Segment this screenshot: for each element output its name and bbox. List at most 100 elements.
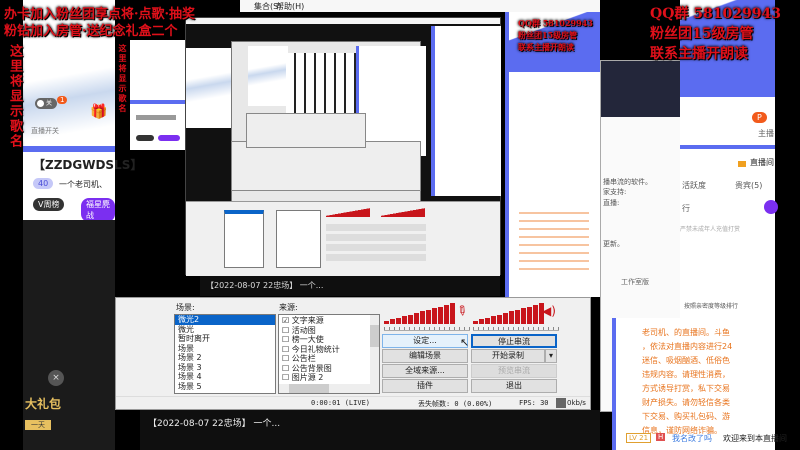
gift-banner[interactable]: 大礼包 bbox=[25, 395, 61, 412]
meter-bar bbox=[497, 314, 502, 324]
source-checkbox[interactable]: ☐ bbox=[282, 335, 292, 344]
video-caption-lower: 【2022-08-07 22忠场】 一个... bbox=[148, 419, 281, 429]
scene-item[interactable]: 场景 bbox=[175, 344, 275, 354]
meter-bar bbox=[503, 313, 508, 324]
rank-hint: 按照亲密度等级排行 bbox=[684, 303, 739, 310]
chat-username[interactable]: 我名改了吗 bbox=[672, 433, 712, 444]
source-checkbox[interactable]: ☐ bbox=[282, 373, 292, 382]
video-strip-upper: 【2022-08-07 22忠场】 一个... bbox=[200, 276, 500, 296]
dropped-frames: 丢失帧数: 0 (0.00%) bbox=[418, 400, 493, 408]
contact-overlay: 联系主播开朗读 bbox=[650, 46, 748, 62]
source-item[interactable]: ☐ 活动图 bbox=[282, 326, 376, 336]
speaker-volume-meter[interactable] bbox=[473, 302, 544, 324]
source-label: 活动图 bbox=[291, 325, 316, 335]
meter-bar bbox=[479, 319, 484, 324]
video-strip-lower: 【2022-08-07 22忠场】 一个... bbox=[140, 410, 600, 450]
source-checkbox[interactable]: ☑ bbox=[282, 316, 292, 325]
source-label: 公告栏 bbox=[291, 354, 316, 363]
global-sources-button[interactable]: 全域来源... bbox=[382, 364, 468, 378]
meter-bar bbox=[473, 321, 478, 324]
info-line: 直播: bbox=[603, 199, 620, 207]
avatar[interactable] bbox=[764, 200, 778, 214]
notice-line: ，依法对直播内容进行24 bbox=[642, 342, 733, 351]
record-dropdown-button[interactable]: ▾ bbox=[545, 349, 557, 363]
tab-activity[interactable]: 活跃度 bbox=[682, 180, 706, 191]
plugins-button[interactable]: 插件 bbox=[382, 379, 468, 393]
stop-stream-button[interactable]: 停止串流 bbox=[471, 334, 557, 348]
chat-message: 欢迎来到本直播间 bbox=[723, 434, 787, 443]
exit-button[interactable]: 退出 bbox=[471, 379, 557, 393]
notice-line: 方式诱导打赏，私下交易 bbox=[642, 384, 730, 393]
speaker-slider[interactable] bbox=[473, 327, 559, 331]
scene-item[interactable]: 场景 2 bbox=[175, 353, 275, 363]
sources-hscrollbar[interactable] bbox=[279, 384, 371, 393]
source-checkbox[interactable]: ☐ bbox=[282, 326, 292, 335]
obs-main-panel: 场景: 微光2 微光 暂时离开 场景 场景 2 场景 3 场景 4 场景 5 来源: ☑ 文字… bbox=[115, 297, 591, 410]
sources-label: 来源: bbox=[279, 303, 298, 312]
scenes-label: 场景: bbox=[176, 303, 195, 312]
scene-item[interactable]: 暂时离开 bbox=[175, 334, 275, 344]
edition-label: 工作室版 bbox=[621, 278, 649, 286]
gift-sub: 一天 bbox=[25, 420, 51, 430]
scene-item[interactable]: 场景 4 bbox=[175, 372, 275, 382]
weekly-rank-tag[interactable]: V周榜 bbox=[33, 198, 65, 211]
nested-right-page bbox=[505, 12, 600, 297]
meter-bar bbox=[414, 313, 419, 324]
scene-item[interactable]: 微光2 bbox=[175, 315, 275, 325]
chat-panel: 老司机、的直播间。斗鱼 ，依法对直播内容进行24 迷信、吸烟酗酒、低俗色 违规内… bbox=[612, 318, 787, 450]
mouse-cursor-icon: ↖ bbox=[460, 336, 470, 349]
settings-button[interactable]: 设定... bbox=[382, 334, 468, 348]
meter-bar bbox=[485, 317, 490, 324]
fan-tag[interactable]: 福星麂战 bbox=[81, 198, 115, 222]
anchor-name: 一个老司机、 bbox=[59, 180, 107, 189]
start-record-button[interactable]: 开始录制 bbox=[471, 349, 545, 363]
source-item[interactable]: ☐ 公告背景图 bbox=[282, 364, 376, 374]
source-item[interactable]: ☐ 榜一大使 bbox=[282, 335, 376, 345]
meter-bar bbox=[432, 308, 437, 324]
scenes-list[interactable]: 微光2 微光 暂时离开 场景 场景 2 场景 3 场景 4 场景 5 bbox=[174, 314, 276, 394]
speaker-icon[interactable]: ◀) bbox=[542, 304, 556, 318]
gift-icon[interactable]: 🎁 bbox=[90, 104, 107, 120]
fan-group-overlay: 粉丝团15级房管 bbox=[650, 26, 754, 42]
mic-slider[interactable] bbox=[384, 327, 470, 331]
info-line: 家支持: bbox=[603, 188, 627, 196]
room-link[interactable]: 直播间 bbox=[750, 157, 774, 168]
edit-scene-button[interactable]: 编辑场景 bbox=[382, 349, 468, 363]
source-checkbox[interactable]: ☐ bbox=[282, 345, 292, 354]
toggle-state: 关 bbox=[46, 100, 53, 107]
level-badge: 40 bbox=[33, 178, 54, 189]
qq-group-overlay: QQ群 581029943 bbox=[650, 6, 781, 22]
sources-list[interactable]: ☑ 文字来源 ☐ 活动图 ☐ 榜一大使 ☐ 今日礼物统计 ☐ 公告栏 ☐ 公告背景图 ☐ 图… bbox=[278, 314, 380, 394]
folder-icon bbox=[738, 161, 746, 167]
scene-item[interactable]: 场景 5 bbox=[175, 382, 275, 392]
rank-label: 行 bbox=[682, 204, 690, 213]
meter-bar bbox=[521, 308, 526, 324]
fan-group-overlay-nested: 粉丝团15级房管 bbox=[518, 30, 578, 40]
toggle-label: 直播开关 bbox=[31, 127, 59, 135]
mic-volume-meter[interactable] bbox=[384, 302, 455, 324]
stream-time: 0:00:01 (LIVE) bbox=[311, 399, 371, 407]
info-line: 更新。 bbox=[603, 240, 624, 248]
tab-vip[interactable]: 贵宾(5) bbox=[735, 180, 762, 191]
scene-item[interactable]: 微光 bbox=[175, 325, 275, 335]
source-checkbox[interactable]: ☐ bbox=[282, 364, 292, 373]
scene-item[interactable]: 场景 3 bbox=[175, 363, 275, 373]
menu-help[interactable]: 帮助(H) bbox=[276, 1, 304, 12]
source-item[interactable]: ☐ 图片源 2 bbox=[282, 373, 376, 383]
source-item[interactable]: ☐ 公告栏 bbox=[282, 354, 376, 364]
source-item[interactable]: ☑ 文字来源 bbox=[282, 316, 376, 326]
source-label: 榜一大使 bbox=[291, 335, 324, 344]
meter-bar bbox=[402, 316, 407, 324]
close-icon[interactable]: × bbox=[48, 370, 64, 386]
source-checkbox[interactable]: ☐ bbox=[282, 354, 292, 363]
microphone-icon[interactable]: ✎ bbox=[452, 302, 470, 321]
contact-overlay-nested: 联系主播开朗读 bbox=[518, 42, 574, 52]
song-name-overlay-nested: 这里将显示歌名 bbox=[118, 44, 128, 114]
sources-scrollbar[interactable] bbox=[370, 315, 379, 393]
source-item[interactable]: ☐ 今日礼物统计 bbox=[282, 345, 376, 355]
meter-bar bbox=[527, 306, 532, 324]
live-toggle[interactable]: 关 bbox=[35, 98, 57, 109]
start-live-button[interactable]: P bbox=[752, 112, 767, 123]
notice-text: 老司机、的直播间。斗鱼 ，依法对直播内容进行24 迷信、吸烟酗酒、低俗色 违规内… bbox=[642, 326, 782, 438]
meter-bar bbox=[408, 314, 413, 324]
